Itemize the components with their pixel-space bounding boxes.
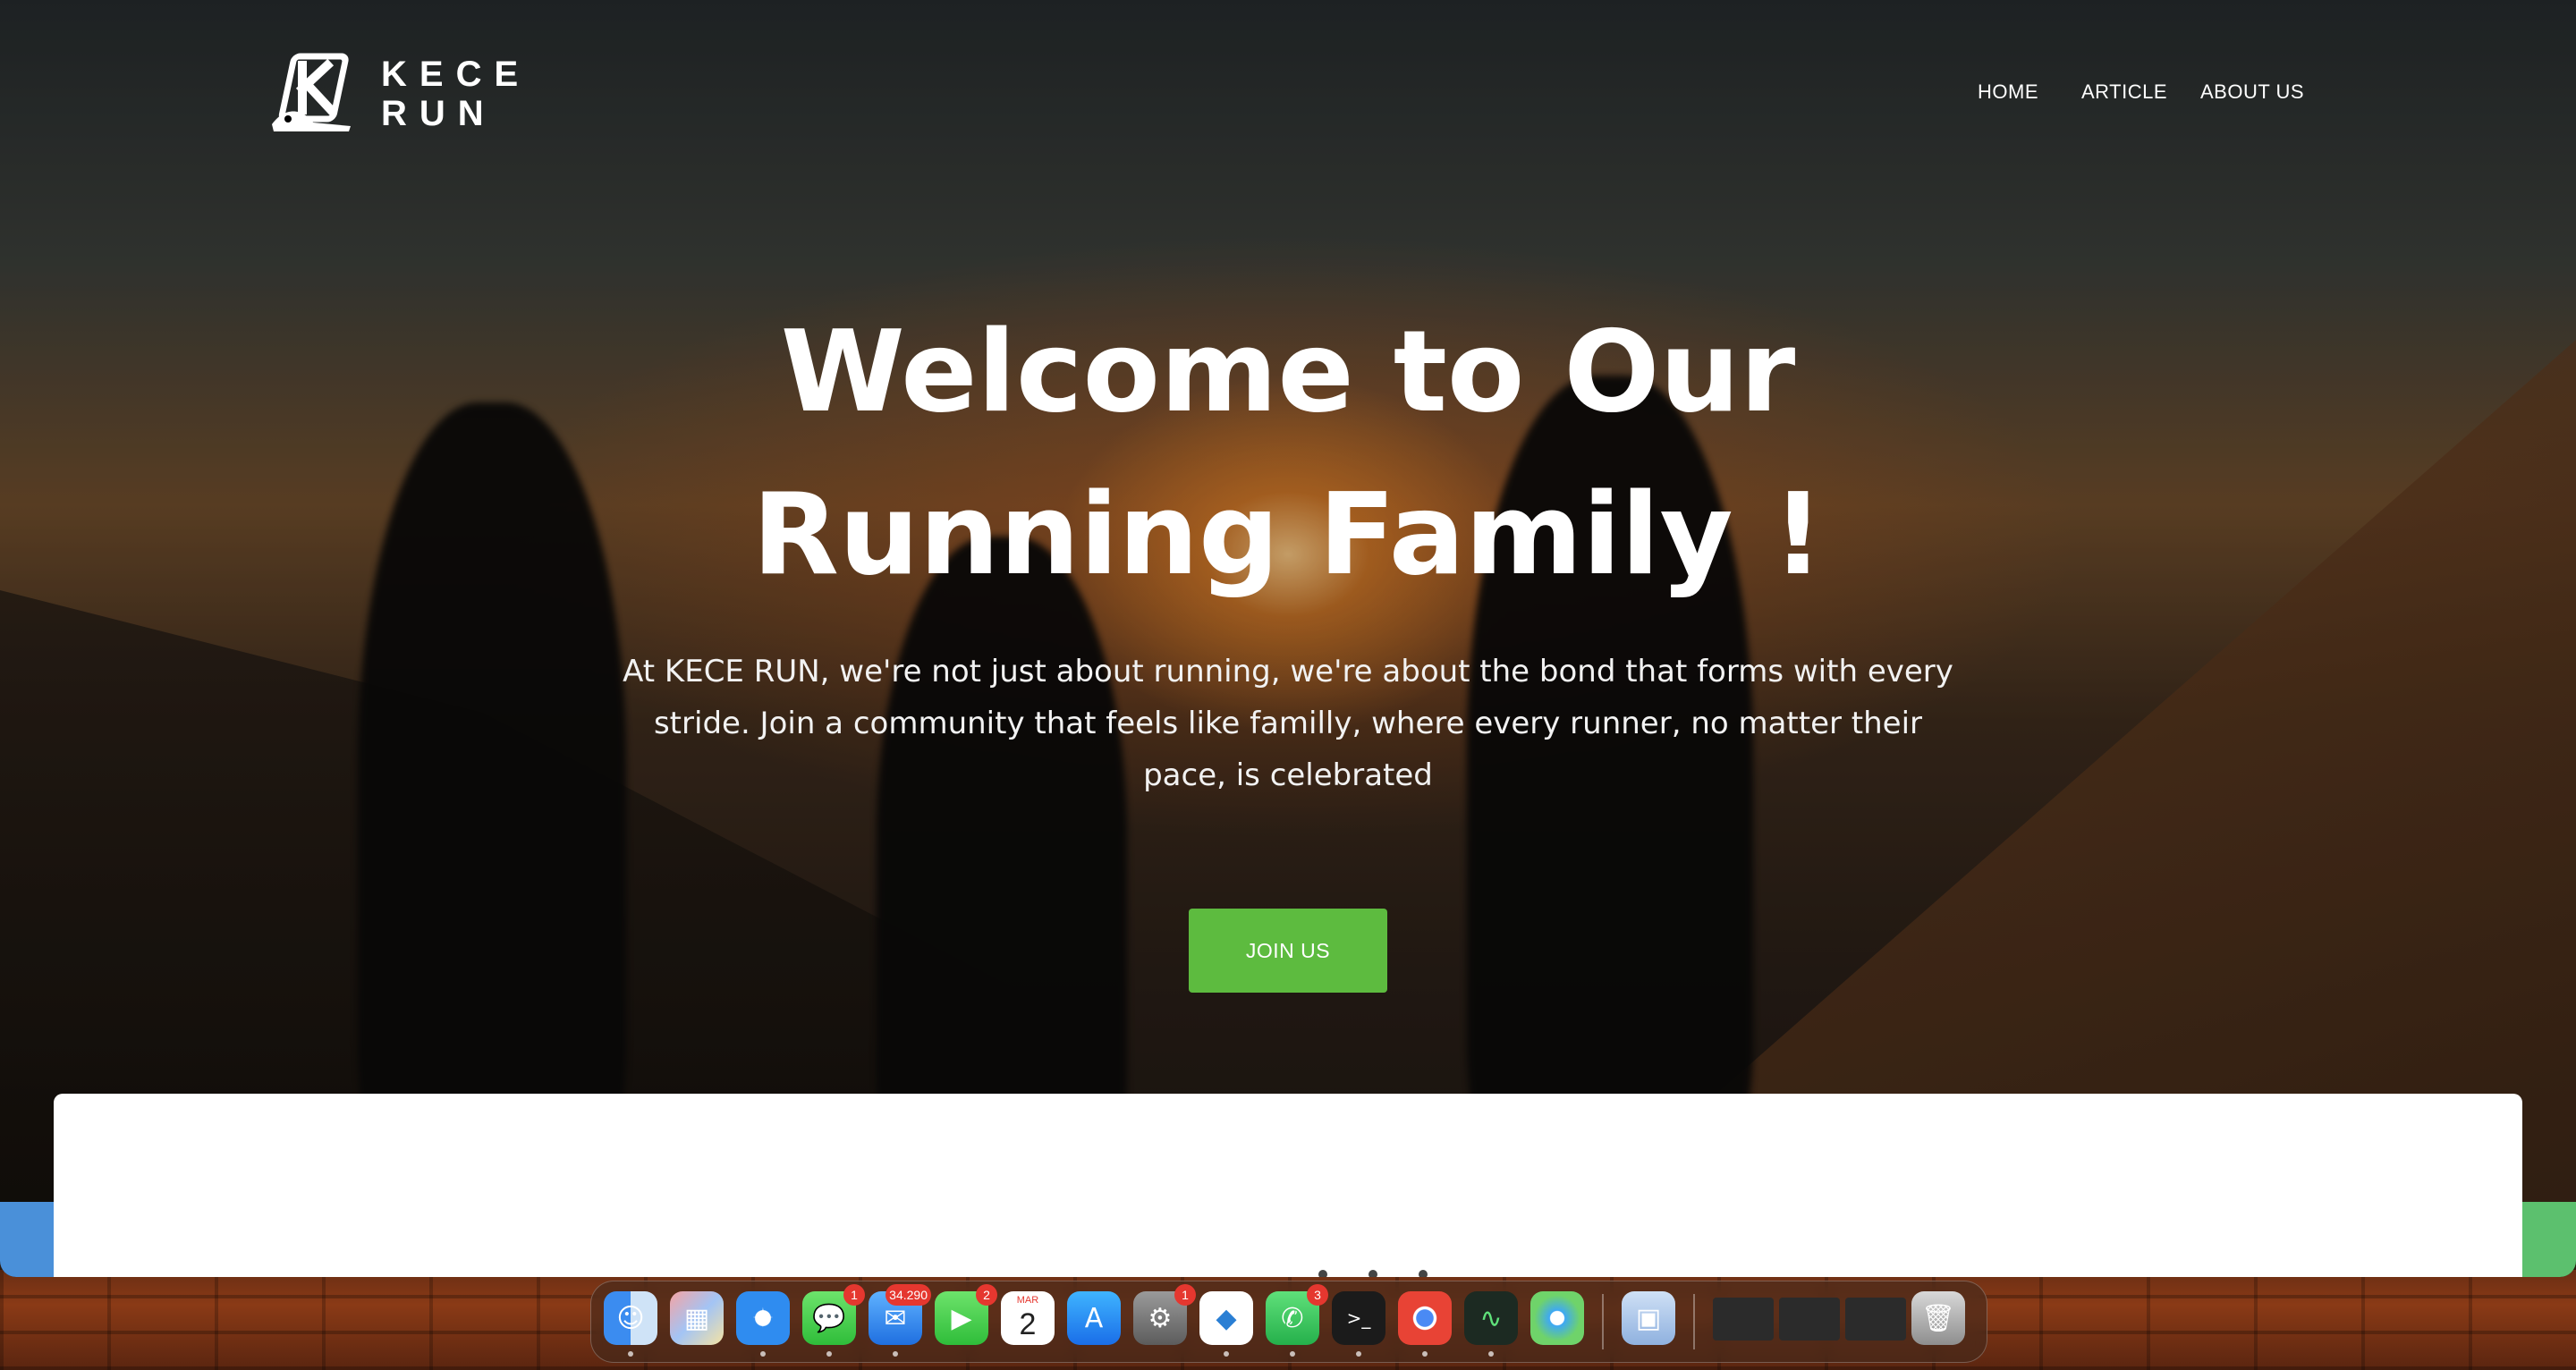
dock-separator	[1693, 1294, 1695, 1349]
macos-dock: ☺ ▦ ✦ 💬 1 ✉ 34.290 ▶ 2 MAR 2 A ⚙ 1 ◆ ✆ 3 >_ ∿ ▣ 🗑	[590, 1281, 1987, 1363]
hero-headline: Welcome to Our Running Family !	[751, 291, 1825, 616]
finder-icon-glyph: ☺	[616, 1302, 645, 1334]
app-store-icon[interactable]: A	[1067, 1291, 1121, 1345]
launchpad-icon-glyph: ▦	[683, 1302, 710, 1334]
window-thumbnail-2[interactable]	[1779, 1298, 1840, 1340]
app-store-icon-glyph: A	[1084, 1302, 1104, 1334]
hero-headline-line2: Running Family !	[752, 469, 1824, 600]
preview-icon-glyph: ▣	[1635, 1302, 1662, 1334]
system-settings-icon-glyph: ⚙	[1148, 1302, 1173, 1334]
calendar-day: 2	[1019, 1307, 1037, 1341]
finder-icon[interactable]: ☺	[604, 1291, 657, 1345]
browser-window: KECE RUN HOME ARTICLE ABOUT US Welcome t…	[0, 0, 2576, 1277]
activity-monitor-icon-glyph: ∿	[1479, 1302, 1503, 1334]
carousel-dot[interactable]	[1419, 1270, 1428, 1277]
carousel-dot[interactable]	[1368, 1270, 1377, 1277]
messages-icon[interactable]: 💬 1	[802, 1284, 865, 1345]
running-indicator	[1290, 1351, 1295, 1357]
content-card	[54, 1094, 2522, 1277]
whatsapp-icon-glyph: ✆	[1281, 1302, 1304, 1334]
vscode-icon-glyph: ◆	[1216, 1302, 1237, 1334]
system-settings-icon[interactable]: ⚙ 1	[1133, 1284, 1196, 1345]
maps-icon[interactable]	[1530, 1291, 1584, 1345]
running-indicator	[628, 1351, 633, 1357]
notification-badge: 1	[843, 1284, 865, 1306]
running-indicator	[1422, 1351, 1428, 1357]
notification-badge: 3	[1307, 1284, 1328, 1306]
carousel-dot[interactable]	[1318, 1270, 1327, 1277]
trash-icon[interactable]: 🗑	[1911, 1291, 1965, 1345]
vscode-icon[interactable]: ◆	[1199, 1291, 1253, 1345]
running-indicator	[760, 1351, 766, 1357]
preview-icon[interactable]: ▣	[1622, 1291, 1675, 1345]
nav-article[interactable]: ARTICLE	[2081, 80, 2167, 104]
running-indicator	[826, 1351, 832, 1357]
activity-monitor-icon[interactable]: ∿	[1464, 1291, 1518, 1345]
window-thumbnail-1[interactable]	[1713, 1298, 1774, 1340]
notification-badge: 1	[1174, 1284, 1196, 1306]
chrome-icon[interactable]	[1398, 1291, 1452, 1345]
main-nav: HOME ARTICLE ABOUT US	[1975, 80, 2333, 107]
calendar-icon[interactable]: MAR 2	[1001, 1291, 1055, 1345]
terminal-icon-glyph: >_	[1346, 1307, 1371, 1329]
facetime-icon[interactable]: ▶ 2	[935, 1284, 997, 1345]
calendar-month: MAR	[1016, 1295, 1039, 1306]
mail-icon[interactable]: ✉ 34.290	[869, 1284, 931, 1345]
running-indicator	[893, 1351, 898, 1357]
messages-icon-glyph: 💬	[812, 1302, 846, 1334]
site-logo[interactable]: KECE RUN	[268, 49, 518, 139]
facetime-icon-glyph: ▶	[951, 1302, 972, 1334]
running-indicator	[1488, 1351, 1494, 1357]
running-indicator	[1224, 1351, 1229, 1357]
safari-icon-glyph: ✦	[751, 1302, 775, 1334]
nav-home[interactable]: HOME	[1978, 80, 2038, 104]
join-us-button[interactable]: JOIN US	[1189, 909, 1387, 993]
safari-icon[interactable]: ✦	[736, 1291, 790, 1345]
mail-icon-glyph: ✉	[884, 1302, 907, 1334]
notification-badge: 34.290	[886, 1284, 931, 1306]
hero-subtext: At KECE RUN, we're not just about runnin…	[623, 654, 1953, 793]
whatsapp-icon[interactable]: ✆ 3	[1266, 1284, 1328, 1345]
notification-badge: 2	[976, 1284, 997, 1306]
dock-separator	[1602, 1294, 1604, 1349]
logo-text-line2: RUN	[381, 94, 496, 133]
runner-k-logo-icon	[272, 53, 351, 131]
terminal-icon[interactable]: >_	[1332, 1291, 1385, 1345]
window-thumbnail-3[interactable]	[1845, 1298, 1906, 1340]
running-indicator	[1356, 1351, 1361, 1357]
launchpad-icon[interactable]: ▦	[670, 1291, 724, 1345]
nav-about-us[interactable]: ABOUT US	[2200, 80, 2304, 104]
logo-text-line1: KECE	[381, 55, 531, 94]
hero-headline-line1: Welcome to Our	[780, 306, 1796, 437]
trash-icon-glyph: 🗑	[1920, 1302, 1956, 1334]
